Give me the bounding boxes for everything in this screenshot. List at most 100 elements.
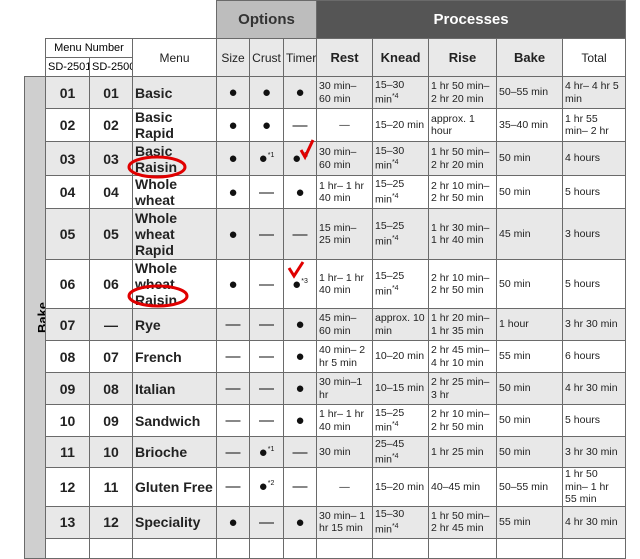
footnote-marker: *4 <box>391 522 399 530</box>
knead-time-text: 15–30 min <box>375 78 405 106</box>
footnote-marker: *2 <box>267 480 275 488</box>
knead-header: Knead <box>372 38 430 77</box>
menu-name: Speciality <box>132 505 217 539</box>
table-row: 02 02 Basic Rapid ● ● — — 15–20 min approx. 1 ho… <box>25 108 627 142</box>
section-label-text: Bake <box>35 301 46 333</box>
knead-time: 15–30 min*4 <box>372 505 430 539</box>
timer-option-text: — <box>292 443 308 461</box>
size-option: ● <box>216 76 250 109</box>
crust-option: — <box>249 404 284 437</box>
crust-option-text: — <box>259 412 274 429</box>
timer-option: — <box>282 436 318 468</box>
rest-time-text: 15 min– 25 min <box>319 221 357 247</box>
table-row: 05 05 Whole wheat Rapid ● — — 15 min– 25 min 15… <box>25 208 627 260</box>
sd2501-cell-text: 05 <box>59 226 76 242</box>
rise-time: 2 hr 10 min– 2 hr 50 min <box>428 259 498 309</box>
rise-time: 1 hr 50 min– 2 hr 20 min <box>428 141 498 176</box>
rest-header: Rest <box>316 38 374 77</box>
size-option: ● <box>216 108 250 142</box>
table-row: 09 08 Italian — — ● 30 min–1 hr 10–15 min 2 hr 2… <box>25 372 627 405</box>
crust-option: ●*2 <box>249 467 284 507</box>
sd2501-cell-text: 03 <box>59 150 76 167</box>
total-time: 1 hr 50 min– 1 hr 55 min <box>562 467 627 507</box>
crust-header: Crust <box>249 38 284 77</box>
rise-time: 2 hr 45 min– 4 hr 10 min <box>428 340 498 373</box>
size-option: — <box>216 436 250 468</box>
bake-time-text: 50 min <box>499 382 531 395</box>
total-time: 5 hours <box>562 175 627 209</box>
crust-option-text: ● <box>258 443 268 461</box>
menu-name: Italian <box>132 372 217 405</box>
rise-time: 2 hr 10 min– 2 hr 50 min <box>428 175 498 209</box>
menu-name-text: Gluten Free <box>135 478 213 495</box>
rise-time: 1 hr 30 min– 1 hr 40 min <box>428 208 498 260</box>
bake-time: 35–40 min <box>496 108 564 142</box>
rest-time-text: 1 hr– 1 hr 40 min <box>319 271 364 297</box>
menu-name-text: Sandwich <box>135 412 201 429</box>
bake-time-text: 50–55 min <box>499 480 549 493</box>
sd2500-cell: 10 <box>89 436 133 468</box>
footnote-marker: *4 <box>391 93 399 101</box>
rise-time-text: 1 hr 20 min– 1 hr 35 min <box>431 312 490 337</box>
rise-time-text: 1 hr 50 min– 2 hr 45 min <box>431 509 490 535</box>
size-option: — <box>216 308 250 341</box>
footnote-marker: *4 <box>391 284 399 292</box>
menu-name-text: Speciality <box>135 514 201 530</box>
rise-time: 40–45 min <box>428 467 498 507</box>
rest-time: 30 min <box>316 436 374 468</box>
total-time-text: 3 hours <box>565 227 601 240</box>
timer-option: — <box>282 208 318 260</box>
bake-time-text: 50 min <box>499 277 531 290</box>
sd2500-cell: 12 <box>89 505 133 539</box>
table-row: 11 10 Brioche — ●*1—30 min 25–45 min*4 1 hr 25… <box>25 436 627 468</box>
total-time-text: 3 hr 30 min <box>565 445 618 458</box>
empty-cell <box>428 537 498 559</box>
total-time-text: 5 hours <box>565 277 601 290</box>
empty-cell <box>282 537 318 559</box>
footnote-marker: *3 <box>301 152 308 159</box>
crust-option: — <box>249 372 284 405</box>
sd2501-cell-text: 01 <box>59 84 76 101</box>
rest-time-text: 45 min– 60 min <box>319 312 357 337</box>
table-row-partial <box>25 537 627 559</box>
crust-option-text: — <box>259 380 274 397</box>
sd2500-header: SD-2500 <box>89 57 133 77</box>
sd2500-cell: 07 <box>89 340 133 373</box>
timer-option: ● <box>282 308 318 341</box>
total-time: 3 hr 30 min <box>562 308 627 341</box>
footnote-marker: *4 <box>391 234 399 242</box>
sd2500-cell-text: 04 <box>103 184 119 200</box>
sd2501-cell: 10 <box>45 404 90 437</box>
timer-option-text: ● <box>295 412 305 429</box>
size-option: — <box>216 372 250 405</box>
bake-time-text: 35–40 min <box>499 118 549 131</box>
menu-name-text: Whole wheat Rapid <box>135 210 177 258</box>
bake-time-text: 50 min <box>499 185 531 198</box>
footnote-marker: *1 <box>267 445 275 453</box>
footnote-marker: *1 <box>267 152 275 159</box>
crust-option-text: ● <box>258 150 268 167</box>
sd2500-cell-text: 11 <box>103 478 119 495</box>
empty-cell <box>45 537 90 559</box>
crust-option-text: — <box>259 513 274 531</box>
sd2500-cell: 04 <box>89 175 133 209</box>
sd2501-cell: 01 <box>45 76 90 109</box>
bake-time: 50 min <box>496 372 564 405</box>
size-option: ● <box>216 175 250 209</box>
bake-time-text: 50–55 min <box>499 86 549 99</box>
sd2501-cell: 09 <box>45 372 90 405</box>
knead-time: 15–25 min*4 <box>372 208 430 260</box>
knead-time-text: 15–20 min <box>375 480 425 493</box>
bake-time: 55 min <box>496 340 564 373</box>
timer-option-text: ● <box>295 183 305 201</box>
table-row: 04 04 Whole wheat ● — ● 1 hr– 1 hr 40 min 15–25… <box>25 175 627 209</box>
rise-time: 2 hr 10 min– 2 hr 50 min <box>428 404 498 437</box>
sd2501-cell-text: 12 <box>59 478 76 495</box>
rest-time: 30 min– 60 min <box>316 76 374 109</box>
sd2500-cell-text: — <box>104 316 118 333</box>
rest-time-text: 30 min– 1 hr 15 min <box>319 509 366 535</box>
bake-time: 50–55 min <box>496 467 564 507</box>
menu-name-text: French <box>135 348 182 365</box>
size-option-text: — <box>225 380 241 397</box>
bake-time: 50 min <box>496 404 564 437</box>
